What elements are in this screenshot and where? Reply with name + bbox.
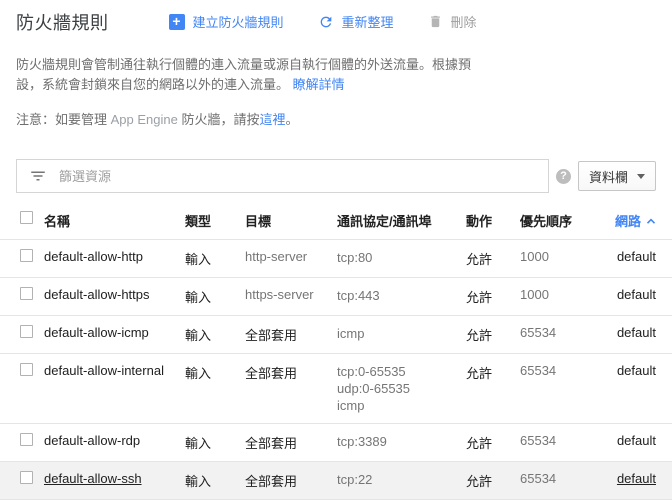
column-header-name[interactable]: 名稱 <box>44 202 185 240</box>
help-icon[interactable]: ? <box>555 168 571 184</box>
rule-name-link[interactable]: default-allow-https <box>44 287 150 302</box>
rule-network-link[interactable]: default <box>617 363 656 378</box>
rule-target: 全部套用 <box>245 461 337 500</box>
firewall-rules-page: 防火牆規則 + 建立防火牆規則 重新整理 刪除 防火牆規則會管制通往執行個體的連… <box>0 0 672 193</box>
rule-network-link[interactable]: default <box>617 287 656 302</box>
filter-input[interactable] <box>59 168 536 184</box>
rule-target: http-server <box>245 239 337 278</box>
description-text: 防火牆規則會管制通往執行個體的連入流量或源自執行個體的外送流量。根據預設，系統會… <box>16 57 472 92</box>
rule-action: 允許 <box>466 277 520 316</box>
delete-button[interactable]: 刪除 <box>428 12 477 31</box>
rule-type: 輸入 <box>185 239 245 278</box>
rule-type: 輸入 <box>185 353 245 424</box>
note-prefix: 注意：如要管理 <box>16 112 111 127</box>
table-row[interactable]: default-allow-internal 輸入 全部套用 tcp:0-655… <box>0 353 672 424</box>
filter-list-icon <box>29 167 47 185</box>
column-header-priority[interactable]: 優先順序 <box>520 202 600 240</box>
column-header-type[interactable]: 類型 <box>185 202 245 240</box>
row-checkbox[interactable] <box>20 249 33 262</box>
here-link[interactable]: 這裡 <box>259 112 285 127</box>
rule-network-link[interactable]: default <box>617 249 656 264</box>
rule-action: 允許 <box>466 315 520 354</box>
note-middle: 防火牆，請按 <box>177 112 260 127</box>
firewall-rules-table: 名稱 類型 目標 通訊協定/通訊埠 動作 優先順序 網路 default-all… <box>0 202 672 500</box>
delete-button-label: 刪除 <box>450 15 477 30</box>
table-row[interactable]: default-allow-rdp 輸入 全部套用 tcp:3389 允許 65… <box>0 423 672 462</box>
rule-protocols: tcp:0-65535 udp:0-65535 icmp <box>337 353 466 424</box>
firewall-table-body: default-allow-http 輸入 http-server tcp:80… <box>0 239 672 500</box>
rule-protocols: tcp:3389 <box>337 423 466 462</box>
rule-protocols: tcp:443 <box>337 277 466 316</box>
column-header-network[interactable]: 網路 <box>600 202 672 240</box>
plus-icon: + <box>168 13 185 30</box>
rule-priority: 1000 <box>520 239 600 278</box>
rule-network-link[interactable]: default <box>617 433 656 448</box>
refresh-button-label: 重新整理 <box>341 15 394 30</box>
table-header-row: 名稱 類型 目標 通訊協定/通訊埠 動作 優先順序 網路 <box>0 202 672 240</box>
select-all-checkbox[interactable] <box>20 211 33 224</box>
page-header: 防火牆規則 + 建立防火牆規則 重新整理 刪除 <box>16 0 656 33</box>
page-description: 防火牆規則會管制通往執行個體的連入流量或源自執行個體的外送流量。根據預設，系統會… <box>16 55 478 95</box>
rule-name-link[interactable]: default-allow-icmp <box>44 325 149 340</box>
rule-target: https-server <box>245 277 337 316</box>
learn-more-link[interactable]: 瞭解詳情 <box>293 77 345 92</box>
filter-box[interactable] <box>16 159 549 193</box>
row-checkbox[interactable] <box>20 363 33 376</box>
rule-priority: 65534 <box>520 353 600 424</box>
rule-name-link[interactable]: default-allow-rdp <box>44 433 140 448</box>
refresh-icon <box>318 14 334 30</box>
rule-priority: 65534 <box>520 315 600 354</box>
app-engine-note: 注意：如要管理 App Engine 防火牆，請按這裡。 <box>16 111 656 129</box>
rule-action: 允許 <box>466 461 520 500</box>
note-suffix: 。 <box>285 112 299 127</box>
chevron-down-icon <box>637 173 645 179</box>
rule-protocols: icmp <box>337 315 466 354</box>
toolbar: + 建立防火牆規則 重新整理 刪除 <box>168 12 477 31</box>
table-row[interactable]: default-allow-icmp 輸入 全部套用 icmp 允許 65534… <box>0 315 672 354</box>
rule-type: 輸入 <box>185 315 245 354</box>
row-checkbox[interactable] <box>20 471 33 484</box>
rule-target: 全部套用 <box>245 353 337 424</box>
rule-type: 輸入 <box>185 277 245 316</box>
rule-action: 允許 <box>466 239 520 278</box>
refresh-button[interactable]: 重新整理 <box>318 12 394 31</box>
column-header-target[interactable]: 目標 <box>245 202 337 240</box>
rule-name-link[interactable]: default-allow-ssh <box>44 471 142 486</box>
create-button-label: 建立防火牆規則 <box>192 15 284 30</box>
column-header-action[interactable]: 動作 <box>466 202 520 240</box>
rule-protocols: tcp:22 <box>337 461 466 500</box>
sort-ascending-icon <box>646 213 656 228</box>
rule-action: 允許 <box>466 423 520 462</box>
row-checkbox[interactable] <box>20 325 33 338</box>
rule-network-link[interactable]: default <box>617 325 656 340</box>
table-row[interactable]: default-allow-ssh 輸入 全部套用 tcp:22 允許 6553… <box>0 461 672 500</box>
rule-target: 全部套用 <box>245 315 337 354</box>
note-app-engine: App Engine <box>110 112 178 127</box>
row-checkbox[interactable] <box>20 287 33 300</box>
columns-button-label: 資料欄 <box>588 169 628 185</box>
table-row[interactable]: default-allow-https 輸入 https-server tcp:… <box>0 277 672 316</box>
rule-action: 允許 <box>466 353 520 424</box>
rule-network-link[interactable]: default <box>617 471 656 486</box>
create-firewall-rule-button[interactable]: + 建立防火牆規則 <box>168 12 284 31</box>
table-row[interactable]: default-allow-http 輸入 http-server tcp:80… <box>0 239 672 278</box>
page-title: 防火牆規則 <box>16 12 109 33</box>
rule-type: 輸入 <box>185 423 245 462</box>
columns-dropdown-button[interactable]: 資料欄 <box>577 161 656 191</box>
rule-protocols: tcp:80 <box>337 239 466 278</box>
rule-name-link[interactable]: default-allow-http <box>44 249 143 264</box>
filter-row: ? 資料欄 <box>16 159 656 193</box>
rule-name-link[interactable]: default-allow-internal <box>44 363 164 378</box>
row-checkbox[interactable] <box>20 433 33 446</box>
rule-priority: 65534 <box>520 461 600 500</box>
rule-type: 輸入 <box>185 461 245 500</box>
column-header-protocols[interactable]: 通訊協定/通訊埠 <box>337 202 466 240</box>
trash-icon <box>428 14 443 29</box>
rule-priority: 1000 <box>520 277 600 316</box>
rule-target: 全部套用 <box>245 423 337 462</box>
rule-priority: 65534 <box>520 423 600 462</box>
